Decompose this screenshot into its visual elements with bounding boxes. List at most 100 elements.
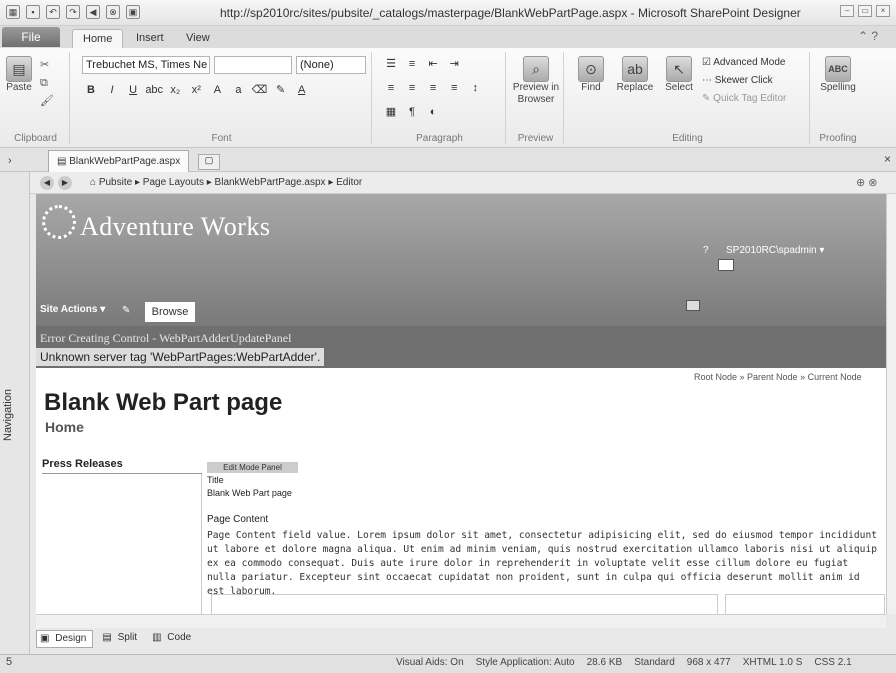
back-icon[interactable]: ◀ bbox=[86, 5, 100, 19]
bold-icon[interactable]: B bbox=[82, 82, 100, 98]
breadcrumb-editor[interactable]: Editor bbox=[336, 177, 362, 188]
format-painter-icon[interactable]: 🖌 bbox=[40, 92, 54, 110]
nav-forward-back-icons[interactable]: ⊕ ⊗ bbox=[856, 176, 878, 189]
preview-icon[interactable]: ▣ bbox=[126, 5, 140, 19]
tab-browse[interactable]: Browse bbox=[145, 302, 195, 322]
breadcrumb-pubsite[interactable]: Pubsite bbox=[99, 177, 132, 188]
grow-font-icon[interactable]: A bbox=[208, 82, 226, 98]
mode-status[interactable]: Standard bbox=[634, 657, 675, 668]
new-tab-button[interactable]: ▢ bbox=[198, 154, 220, 170]
bullets-icon[interactable]: ☰ bbox=[382, 56, 400, 72]
tab-insert[interactable]: Insert bbox=[126, 29, 174, 48]
spelling-button[interactable]: ABC Spelling bbox=[818, 56, 858, 94]
dimensions-status[interactable]: 968 x 477 bbox=[687, 657, 731, 668]
help-icon[interactable]: ? bbox=[703, 245, 709, 256]
select-button[interactable]: ↖ Select bbox=[662, 56, 696, 94]
edit-page-icon[interactable]: ✎ bbox=[122, 305, 130, 316]
page-breadcrumb[interactable]: Root Node » Parent Node » Current Node bbox=[694, 372, 862, 382]
shading-icon[interactable]: ◐ bbox=[424, 104, 442, 120]
list-buttons: ☰ ≡ ⇤ ⇥ bbox=[382, 56, 463, 72]
forward-arrow-icon[interactable]: ▶ bbox=[58, 176, 72, 190]
vertical-scrollbar[interactable] bbox=[886, 194, 896, 614]
paragraph-extra-buttons: ▦ ¶ ◐ bbox=[382, 104, 442, 120]
clipboard-icon: ▤ bbox=[6, 56, 32, 82]
user-menu[interactable]: SP2010RC\spadmin ▾ bbox=[726, 245, 824, 256]
page-content-heading: Page Content bbox=[207, 514, 269, 525]
css-status[interactable]: CSS 2.1 bbox=[814, 657, 851, 668]
navigation-label[interactable]: Navigation bbox=[2, 380, 28, 450]
view-design-button[interactable]: ▣ Design bbox=[36, 630, 94, 648]
app-icon[interactable]: ▦ bbox=[6, 5, 20, 19]
breadcrumb-page-layouts[interactable]: Page Layouts bbox=[143, 177, 204, 188]
tab-file[interactable]: File bbox=[2, 27, 60, 47]
font-color-icon[interactable]: A bbox=[293, 82, 311, 98]
style-application-status[interactable]: Style Application: Auto bbox=[476, 657, 575, 668]
title-field-value[interactable]: Blank Web Part page bbox=[207, 488, 292, 498]
underline-icon[interactable]: U bbox=[124, 82, 142, 98]
align-center-icon[interactable]: ≡ bbox=[403, 80, 421, 96]
preview-in-browser-button[interactable]: ⌕ Preview in Browser bbox=[512, 56, 560, 106]
adventure-works-logo-icon bbox=[42, 205, 76, 239]
tab-home[interactable]: Home bbox=[72, 29, 124, 48]
folder-icon[interactable] bbox=[686, 300, 700, 311]
view-split-button[interactable]: ▤ Split bbox=[99, 630, 143, 648]
press-releases-heading[interactable]: Press Releases bbox=[42, 458, 202, 474]
highlight-icon[interactable]: ✎ bbox=[272, 82, 290, 98]
superscript-icon[interactable]: x² bbox=[187, 82, 205, 98]
ribbon-help-icon[interactable]: ⌃ ? bbox=[858, 29, 878, 43]
copy-icon[interactable]: ⧉ bbox=[40, 74, 54, 92]
shrink-font-icon[interactable]: a bbox=[229, 82, 247, 98]
user-dropdown[interactable] bbox=[718, 259, 734, 271]
back-arrow-icon[interactable]: ◀ bbox=[40, 176, 54, 190]
tab-view[interactable]: View bbox=[176, 29, 220, 48]
web-part-zone-left[interactable] bbox=[211, 594, 718, 616]
status-left: 5 bbox=[6, 656, 13, 668]
quick-tag-editor-button[interactable]: ✎ Quick Tag Editor bbox=[702, 90, 786, 108]
visual-aids-status[interactable]: Visual Aids: On bbox=[396, 657, 464, 668]
italic-icon[interactable]: I bbox=[103, 82, 121, 98]
font-size-select[interactable] bbox=[214, 56, 292, 74]
strikethrough-icon[interactable]: abc bbox=[145, 82, 163, 98]
skewer-click-button[interactable]: ⋯ Skewer Click bbox=[702, 72, 786, 90]
align-right-icon[interactable]: ≡ bbox=[424, 80, 442, 96]
pilcrow-icon[interactable]: ¶ bbox=[403, 104, 421, 120]
numbering-icon[interactable]: ≡ bbox=[403, 56, 421, 72]
breadcrumb-file[interactable]: BlankWebPartPage.aspx bbox=[215, 177, 326, 188]
subscript-icon[interactable]: x₂ bbox=[166, 82, 184, 98]
skewer-icon: ⋯ bbox=[702, 75, 715, 86]
doctype-status[interactable]: XHTML 1.0 S bbox=[743, 657, 803, 668]
site-logo[interactable]: Adventure Works bbox=[80, 212, 271, 242]
horizontal-scrollbar[interactable] bbox=[36, 614, 886, 628]
justify-icon[interactable]: ≡ bbox=[445, 80, 463, 96]
close-icon[interactable]: × bbox=[876, 5, 890, 17]
page-subtitle[interactable]: Home bbox=[45, 419, 84, 435]
stop-icon[interactable]: ⊗ bbox=[106, 5, 120, 19]
close-document-icon[interactable]: × bbox=[884, 152, 891, 166]
paste-label: Paste bbox=[6, 82, 32, 93]
align-left-icon[interactable]: ≡ bbox=[382, 80, 400, 96]
web-part-zone-right[interactable] bbox=[725, 594, 885, 616]
restore-icon[interactable]: ▭ bbox=[858, 5, 872, 17]
borders-icon[interactable]: ▦ bbox=[382, 104, 400, 120]
view-code-button[interactable]: ▥ Code bbox=[149, 630, 197, 648]
paste-button[interactable]: ▤ Paste bbox=[6, 56, 32, 94]
advanced-mode-button[interactable]: ☑ Advanced Mode bbox=[702, 54, 786, 72]
find-button[interactable]: ⊙ Find bbox=[574, 56, 608, 94]
cut-icon[interactable]: ✂ bbox=[40, 56, 54, 74]
minimize-icon[interactable]: – bbox=[840, 5, 854, 17]
site-actions-menu[interactable]: Site Actions ▾ bbox=[40, 304, 105, 315]
font-name-select[interactable]: Trebuchet MS, Times Ne bbox=[82, 56, 210, 74]
home-icon: ⌂ bbox=[90, 177, 99, 188]
redo-icon[interactable]: ↷ bbox=[66, 5, 80, 19]
tab-document[interactable]: ▤ BlankWebPartPage.aspx bbox=[48, 150, 190, 172]
page-content-body[interactable]: Page Content field value. Lorem ipsum do… bbox=[207, 529, 879, 599]
expand-navigation-icon[interactable]: › bbox=[8, 155, 12, 167]
clear-format-icon[interactable]: ⌫ bbox=[251, 82, 269, 98]
replace-button[interactable]: ab Replace bbox=[614, 56, 656, 94]
decrease-indent-icon[interactable]: ⇤ bbox=[424, 56, 442, 72]
increase-indent-icon[interactable]: ⇥ bbox=[445, 56, 463, 72]
line-spacing-icon[interactable]: ↕ bbox=[466, 80, 484, 96]
undo-icon[interactable]: ↶ bbox=[46, 5, 60, 19]
style-select[interactable]: (None) bbox=[296, 56, 366, 74]
save-icon[interactable]: ▪ bbox=[26, 5, 40, 19]
